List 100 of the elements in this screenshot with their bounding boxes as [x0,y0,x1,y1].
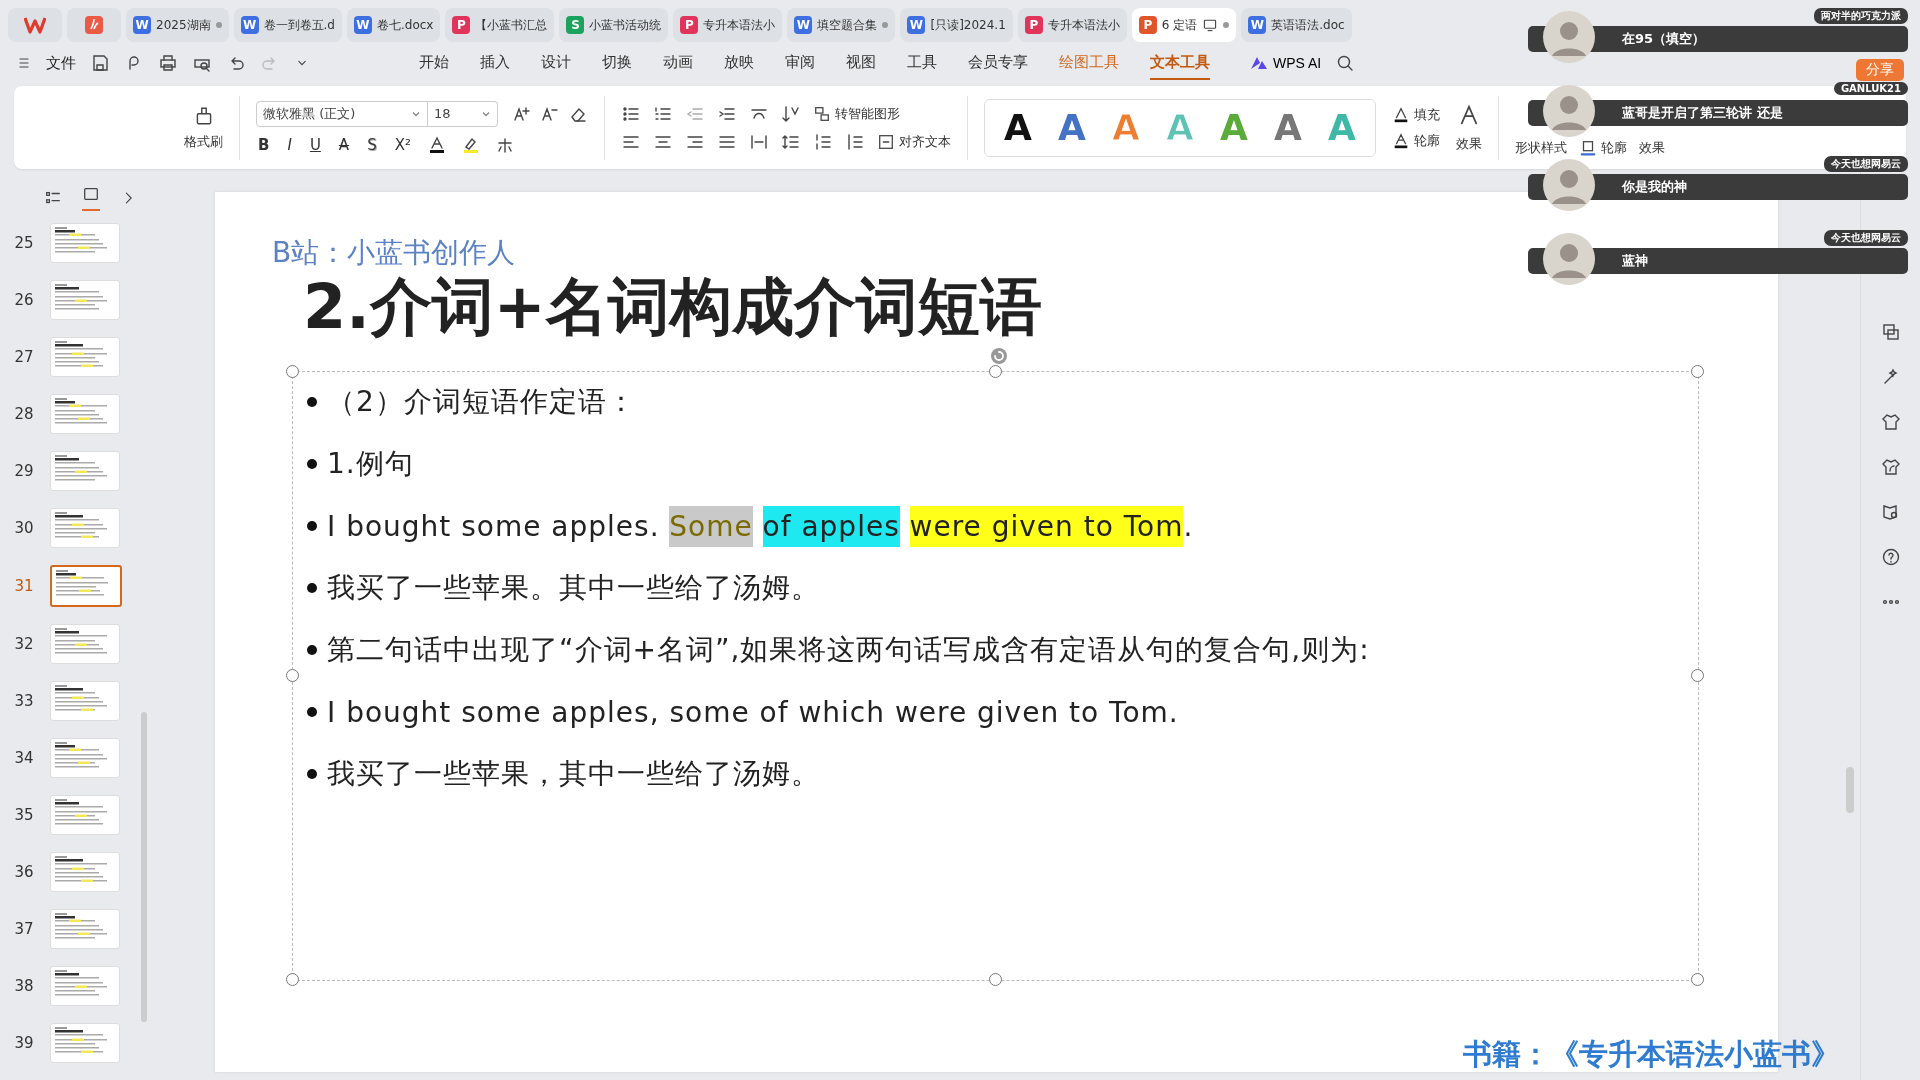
smart-art-icon [813,104,831,123]
fill-button[interactable]: 填充 [1392,105,1440,124]
logo-icon [24,16,46,34]
bullet-text: 第二句话中出现了“介词+名词”,如果将这两句话写成含有定语从句的复合句,则为: [327,632,1370,669]
paragraph-spacing-icon[interactable] [813,131,833,152]
ai-logo-icon [1250,56,1268,70]
bullet-icon [307,707,317,718]
slide-thumbnail[interactable] [50,565,122,607]
avatar-icon [1542,158,1596,212]
ribbon-tab[interactable]: 开始 [419,46,449,80]
resize-handle[interactable] [286,973,299,987]
align-text-button[interactable]: 对齐文本 [877,132,951,151]
user-name: GANLUK21 [1833,82,1908,95]
file-menu[interactable]: 文件 [46,53,76,73]
text-style-gallery[interactable]: A A A A A A A [984,98,1376,157]
bullet-text: 我买了一些苹果，其中一些给了汤姆。 [327,756,820,793]
document-tab[interactable]: W 填空题合集 [787,8,896,42]
document-tab[interactable]: W 英语语法.doc [1241,8,1352,42]
text-style-swatch[interactable]: A [1004,109,1032,146]
ribbon-tab[interactable]: 会员专享 [968,46,1028,80]
spacing-icon[interactable] [845,131,865,152]
document-tab[interactable]: P 专升本语法小 [1017,8,1127,42]
text-style-button[interactable]: A [336,135,352,154]
ribbon-tab[interactable]: 视图 [846,46,876,80]
resize-handle[interactable] [1691,365,1704,379]
document-tab[interactable]: W [只读]2024.1 [900,8,1013,42]
ribbon-tab[interactable]: 工具 [907,46,937,80]
rotate-handle-icon[interactable] [989,346,1009,367]
print-icon[interactable] [158,53,178,73]
highlighted-text: were given to Tom [909,505,1184,547]
ai-button[interactable]: WPS AI [1244,54,1328,72]
outline-button[interactable]: 轮廓 [1392,131,1440,150]
resize-handle[interactable] [1691,669,1704,683]
shape-outline-icon [1579,138,1597,157]
document-icon: W [907,16,926,34]
ribbon-tab[interactable]: 设计 [541,46,571,80]
save-icon[interactable] [90,53,110,73]
document-icon: W [133,16,151,34]
text-style-swatch[interactable]: A [1058,109,1086,146]
resize-handle[interactable] [1691,973,1704,987]
bullet-text: 1.例句 [327,446,414,483]
document-icon: W [240,16,259,34]
ribbon-tab[interactable]: 审阅 [785,46,815,80]
align-text-icon [877,132,895,151]
font-name-field[interactable]: 微软雅黑 (正文) [256,100,428,127]
translate-icon[interactable] [1880,322,1901,342]
document-tab[interactable]: P 专升本语法小 [673,8,783,42]
resize-handle[interactable] [286,669,299,683]
shirt-icon[interactable] [1880,412,1901,432]
ribbon-tab[interactable]: 放映 [724,46,754,80]
user-name: 今天也想网易云 [1824,156,1908,172]
document-tab[interactable]: W 2025湖南 [126,8,229,42]
effect-button[interactable]: 效果 [1456,134,1482,153]
resize-handle[interactable] [988,973,1002,987]
document-tab[interactable]: S 小蓝书活动统 [559,8,669,42]
document-tab[interactable]: P 6 定语 [1131,8,1237,42]
slide-number: 34 [13,749,35,767]
text-style-swatch[interactable]: A [1274,109,1302,146]
resize-handle[interactable] [988,365,1002,379]
text-style-button[interactable]: I [285,135,294,154]
shape-outline-button[interactable]: 轮廓 [1579,138,1627,157]
smart-art-button[interactable]: 转智能图形 [813,104,900,123]
thumbnail-view-tab[interactable] [82,185,100,211]
text-style-button[interactable]: U [307,135,323,154]
ribbon-tab[interactable]: 切换 [602,46,632,80]
document-icon: W [354,16,372,34]
slide-number: 28 [13,405,35,423]
document-tab[interactable]: W 卷七.docx [347,8,441,42]
slide-number: 32 [13,635,35,653]
bullet-icon [307,769,317,780]
document-icon: P [1138,16,1157,34]
text-style-button[interactable]: S [365,135,379,154]
help-icon[interactable] [1880,547,1901,567]
monitor-icon[interactable] [1202,17,1219,33]
resize-handle[interactable] [286,365,299,379]
book-caption: 书籍：《专升本语法小蓝书》 [1463,1036,1840,1073]
scrollbar[interactable] [1846,767,1854,813]
bullet-icon [307,583,317,594]
document-tab[interactable]: W 卷一到卷五.d [233,8,342,42]
text-style-button[interactable]: B [256,135,272,154]
slide-number: 37 [13,920,35,938]
ribbon-tab[interactable]: 插入 [480,46,510,80]
scrollbar[interactable] [141,712,147,1022]
shape-style-button[interactable]: 形状样式 [1515,138,1567,157]
document-tab[interactable]: P 【小蓝书汇总 [445,8,555,42]
pdf-app-button[interactable] [67,8,121,42]
sort-icon[interactable] [781,103,801,124]
shape-effect-button[interactable]: 效果 [1639,138,1665,157]
thumbnail-view-icon[interactable] [82,185,100,203]
shirt-leaf-icon[interactable] [1880,457,1901,477]
format-painter-button[interactable]: 格式刷 [184,104,223,151]
font-size-field[interactable]: 18 [428,100,498,127]
document-icon: W [794,16,813,34]
ribbon-tab[interactable]: 动画 [663,46,693,80]
user-name: 两对半的巧克力派 [1814,8,1908,24]
app-logo-button[interactable] [8,8,62,42]
ribbon-tab[interactable]: 文本工具 [1150,46,1210,80]
slide-subtitle: B站：小蓝书创作人 [272,235,516,271]
bullet-text: I bought some apples, some of which were given to Tom. [327,695,1179,729]
text-style-button[interactable]: X² [392,135,413,154]
